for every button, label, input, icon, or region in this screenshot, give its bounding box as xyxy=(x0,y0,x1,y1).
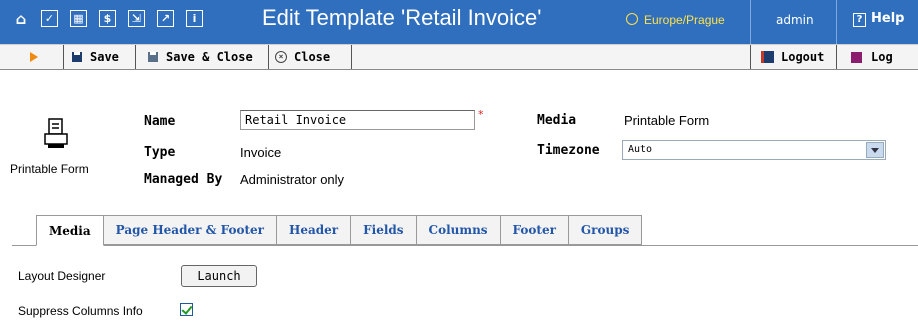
import-icon[interactable]: ⇲ xyxy=(128,10,145,27)
tab-page-header-footer[interactable]: Page Header & Footer xyxy=(103,215,277,245)
printer-icon xyxy=(44,118,68,148)
toolbar-divider xyxy=(836,45,837,69)
page-title: Edit Template 'Retail Invoice' xyxy=(262,5,542,30)
name-input[interactable] xyxy=(240,110,475,130)
logout-icon xyxy=(761,51,774,63)
toolbar: Save Save & Close × Close Logout Log xyxy=(0,44,918,70)
required-marker: * xyxy=(478,108,484,121)
toolbar-divider xyxy=(135,45,136,69)
name-label: Name xyxy=(144,114,176,129)
toolbar-divider xyxy=(750,45,751,69)
type-label: Type xyxy=(144,145,176,160)
layout-designer-label: Layout Designer xyxy=(18,269,106,283)
timezone-select[interactable]: Auto xyxy=(622,140,886,160)
timezone-selected-value: Auto xyxy=(628,144,653,155)
save-icon xyxy=(72,52,82,62)
info-icon[interactable]: i xyxy=(186,10,203,27)
play-icon xyxy=(30,52,38,62)
expand-button[interactable] xyxy=(30,45,38,69)
save-close-button[interactable]: Save & Close xyxy=(148,45,253,69)
close-icon: × xyxy=(275,51,287,63)
save-button[interactable]: Save xyxy=(72,45,119,69)
checklist-icon[interactable]: ✓ xyxy=(41,10,58,27)
tab-header[interactable]: Header xyxy=(277,215,352,245)
save-close-icon xyxy=(148,52,158,62)
grid-icon[interactable]: ▦ xyxy=(70,10,87,27)
type-value: Invoice xyxy=(240,145,282,160)
top-header-bar: ⌂ ✓ ▦ $ ⇲ ↗ i Edit Template 'Retail Invo… xyxy=(0,0,918,44)
header-divider xyxy=(836,0,837,44)
toolbar-divider xyxy=(63,45,64,69)
toolbar-divider xyxy=(268,45,269,69)
media-label: Media xyxy=(537,113,577,128)
launch-button[interactable]: Launch xyxy=(181,265,257,287)
managed-by-label: Managed By xyxy=(144,172,223,187)
media-value: Printable Form xyxy=(624,113,710,128)
nav-icons: ⌂ ✓ ▦ $ ⇲ ↗ i xyxy=(10,8,206,30)
managed-by-value: Administrator only xyxy=(240,172,345,187)
logout-button[interactable]: Logout xyxy=(761,45,824,69)
tab-bar: Media Page Header & Footer Header Fields… xyxy=(36,215,643,246)
log-icon xyxy=(851,51,862,63)
dollar-icon[interactable]: $ xyxy=(99,10,116,27)
help-link[interactable]: ? Help xyxy=(853,11,904,27)
header-divider xyxy=(750,0,751,44)
help-icon: ? xyxy=(853,13,866,27)
tab-footer[interactable]: Footer xyxy=(500,215,569,245)
user-name[interactable]: admin xyxy=(776,13,814,27)
suppress-columns-label: Suppress Columns Info xyxy=(18,304,143,318)
suppress-columns-checkbox[interactable] xyxy=(180,303,193,316)
printer-icon-label: Printable Form xyxy=(10,162,89,176)
chart-icon[interactable]: ↗ xyxy=(157,10,174,27)
tab-fields[interactable]: Fields xyxy=(351,215,417,245)
toolbar-divider xyxy=(351,45,352,69)
tab-columns[interactable]: Columns xyxy=(416,215,501,245)
timezone-link[interactable]: Europe/Prague xyxy=(626,13,725,27)
chevron-down-icon[interactable] xyxy=(866,142,884,158)
timezone-label: Timezone xyxy=(537,143,600,158)
close-button[interactable]: × Close xyxy=(275,45,330,69)
log-button[interactable]: Log xyxy=(851,45,893,69)
tab-media[interactable]: Media xyxy=(36,215,104,246)
tab-groups[interactable]: Groups xyxy=(568,215,643,245)
home-icon[interactable]: ⌂ xyxy=(10,8,32,30)
clock-icon xyxy=(626,13,638,25)
